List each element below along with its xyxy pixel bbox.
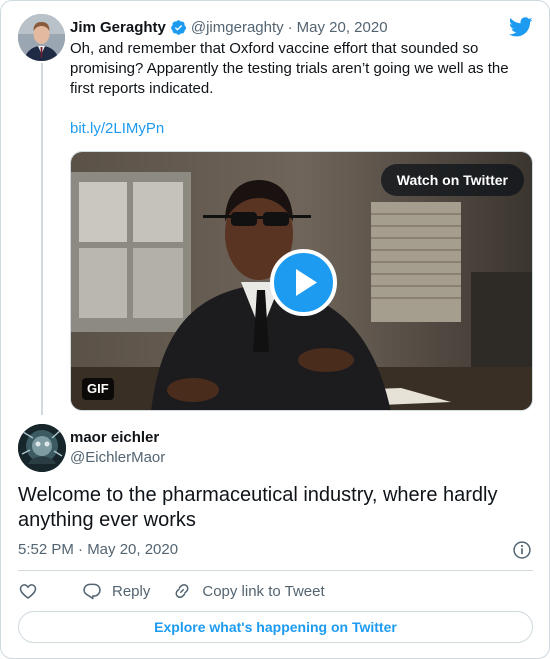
actions-divider <box>18 570 533 571</box>
author-handle[interactable]: @jimgeraghty <box>191 19 284 36</box>
reply-label: Reply <box>112 582 151 600</box>
explore-button[interactable]: Explore what's happening on Twitter <box>18 611 533 643</box>
copy-link-button[interactable]: Copy link to Tweet <box>172 581 325 601</box>
gif-badge: GIF <box>82 378 114 400</box>
like-button[interactable] <box>18 581 38 601</box>
watch-on-twitter-button[interactable]: Watch on Twitter <box>380 164 524 196</box>
parent-tweet-text: Oh, and remember that Oxford vaccine eff… <box>70 40 509 97</box>
gif-media-preview[interactable]: Watch on Twitter GIF <box>70 151 533 411</box>
avatar-jim-geraghty[interactable] <box>18 14 65 61</box>
tweet-date[interactable]: May 20, 2020 <box>297 19 388 36</box>
play-button[interactable] <box>270 249 337 316</box>
tweet-actions-bar: Reply Copy link to Tweet <box>18 580 347 602</box>
tweet-embed-card: Jim Geraghty @jimgeraghty · May 20, 2020… <box>0 0 550 659</box>
author-name[interactable]: Jim Geraghty <box>70 19 166 36</box>
reply-author-name[interactable]: maor eichler <box>70 428 159 448</box>
thread-connector-line <box>41 63 43 415</box>
play-icon <box>296 269 317 296</box>
twitter-logo-icon[interactable] <box>509 15 533 39</box>
reply-icon <box>83 583 101 600</box>
verified-badge-icon <box>171 19 186 35</box>
tweet-link[interactable]: bit.ly/2LIMyPn <box>70 119 164 139</box>
reply-timestamp[interactable]: 5:52 PM · May 20, 2020 <box>18 540 178 560</box>
reply-tweet-text: Welcome to the pharmaceutical industry, … <box>18 484 498 531</box>
link-icon <box>175 583 189 599</box>
heart-icon <box>19 584 37 600</box>
avatar-maor-eichler[interactable] <box>18 424 66 472</box>
reply-button[interactable]: Reply <box>82 581 150 601</box>
reply-author-handle[interactable]: @EichlerMaor <box>70 448 165 468</box>
parent-tweet-header: Jim Geraghty @jimgeraghty · May 20, 2020 <box>70 17 388 37</box>
info-icon[interactable] <box>512 540 532 560</box>
copy-link-label: Copy link to Tweet <box>202 582 325 600</box>
header-separator: · <box>287 18 293 36</box>
